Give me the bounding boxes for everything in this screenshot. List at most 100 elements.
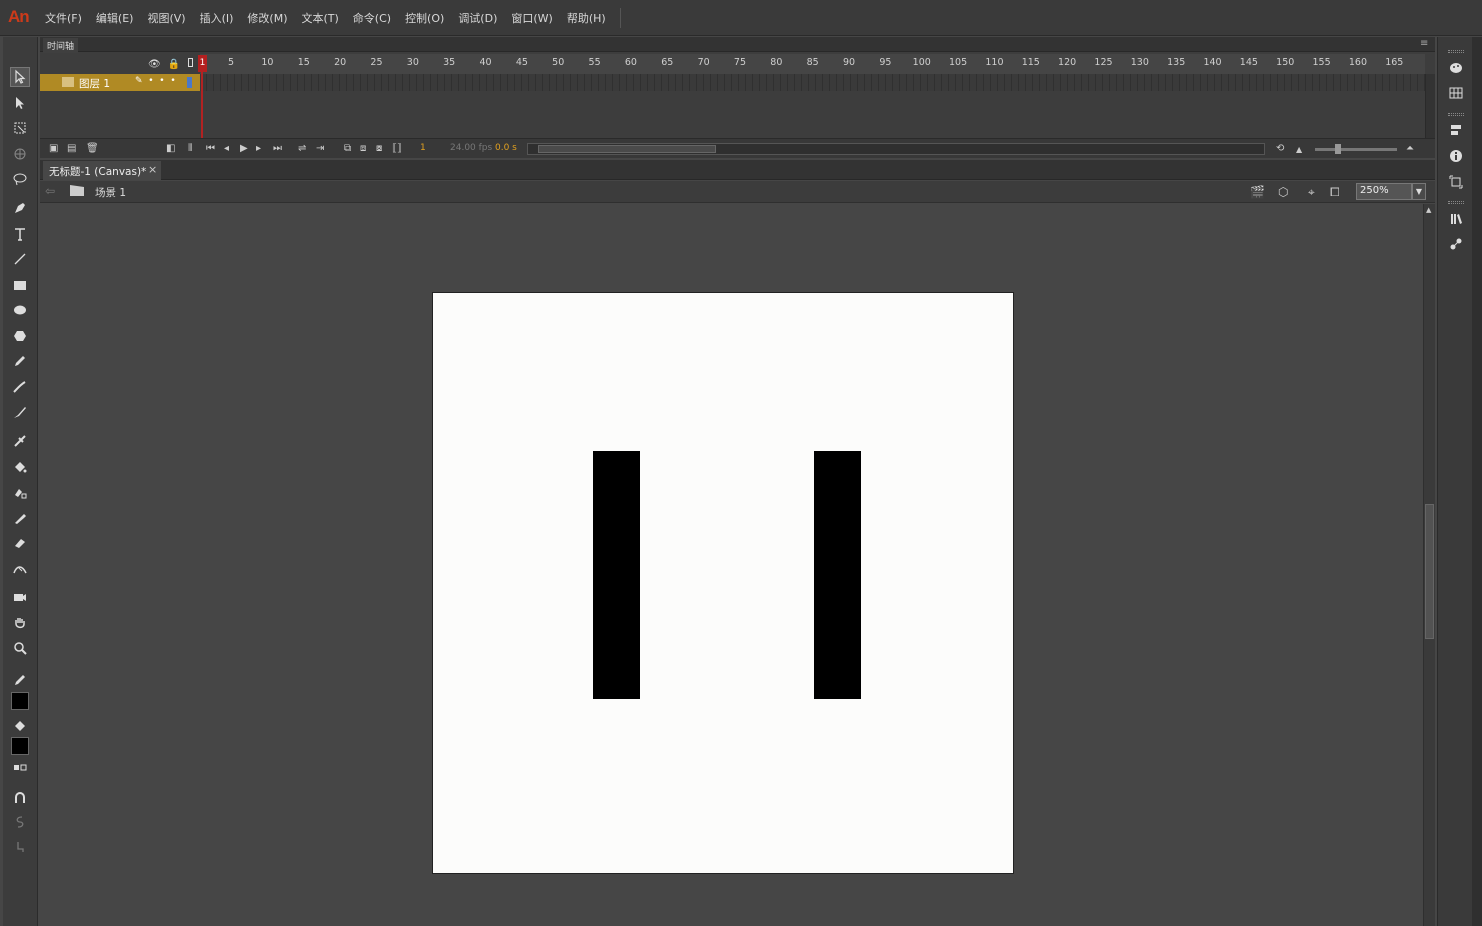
camera-toggle-icon[interactable]: ◧: [166, 143, 175, 154]
stage-vscroll-thumb[interactable]: [1425, 504, 1434, 639]
line-tool-icon[interactable]: [10, 249, 30, 269]
onion-skin-outlines-icon[interactable]: ⧈: [360, 143, 366, 154]
swatches-panel-icon[interactable]: [1446, 83, 1466, 103]
frame-zoom-slider[interactable]: [1315, 148, 1397, 151]
menu-item[interactable]: 编辑(E): [89, 10, 141, 26]
lock-icon[interactable]: 🔒: [168, 59, 180, 70]
current-frame[interactable]: 1: [420, 143, 426, 153]
straighten-icon[interactable]: [10, 837, 30, 857]
modify-markers-icon[interactable]: ⟦⟧: [392, 143, 402, 154]
eraser-tool-icon[interactable]: [10, 533, 30, 553]
scroll-up-icon[interactable]: ▲: [1426, 206, 1431, 214]
playhead[interactable]: 1: [198, 55, 207, 72]
parent-view-icon[interactable]: ⦀: [188, 143, 192, 154]
menu-item[interactable]: 修改(M): [240, 10, 294, 26]
fill-color-swatch[interactable]: [11, 737, 29, 755]
menu-item[interactable]: 命令(C): [346, 10, 398, 26]
polystar-tool-icon[interactable]: [10, 326, 30, 346]
edit-symbols-icon[interactable]: ⬡: [1278, 185, 1288, 199]
menu-item[interactable]: 窗口(W): [504, 10, 559, 26]
menu-item[interactable]: 控制(O): [398, 10, 451, 26]
clip-content-icon[interactable]: ⧠: [1330, 185, 1340, 200]
menu-item[interactable]: 视图(V): [140, 10, 192, 26]
layer-color-icon[interactable]: [187, 77, 192, 88]
step-forward-icon[interactable]: ▸: [256, 143, 261, 154]
frames-grid[interactable]: [200, 74, 1425, 91]
stage-vscroll[interactable]: ▲: [1423, 204, 1435, 926]
delete-layer-icon[interactable]: 🗑: [86, 143, 99, 154]
subselection-tool-icon[interactable]: [10, 93, 30, 113]
eyedropper-tool-icon[interactable]: [10, 508, 30, 528]
bone-tool-icon[interactable]: [10, 431, 30, 451]
color-panel-icon[interactable]: [1446, 58, 1466, 78]
timeline-hscroll-thumb[interactable]: [538, 145, 716, 153]
rectangle-tool-icon[interactable]: [10, 275, 30, 295]
zoom-in-frames-icon[interactable]: ⏶: [1406, 143, 1414, 154]
info-panel-icon[interactable]: [1446, 146, 1466, 166]
go-to-first-frame-icon[interactable]: ⏮: [206, 143, 215, 154]
chevron-down-icon[interactable]: ▼: [1412, 183, 1426, 200]
timeline-hscroll[interactable]: [527, 143, 1265, 155]
hand-tool-icon[interactable]: [10, 613, 30, 633]
document-tab[interactable]: 无标题-1 (Canvas)* ×: [43, 161, 161, 180]
menu-item[interactable]: 文件(F): [38, 10, 89, 26]
close-icon[interactable]: ×: [148, 163, 157, 176]
zoom-out-frames-icon[interactable]: ▲: [1296, 145, 1302, 154]
panel-menu-icon[interactable]: ≡: [1420, 38, 1428, 49]
smooth-icon[interactable]: [10, 812, 30, 832]
new-folder-icon[interactable]: ▤: [67, 143, 76, 154]
edit-scene-icon[interactable]: 🎬: [1250, 185, 1265, 199]
library-panel-icon[interactable]: [1446, 209, 1466, 229]
snap-to-objects-icon[interactable]: [10, 788, 30, 808]
frame-rate[interactable]: 24.00 fps: [450, 143, 492, 153]
pen-tool-icon[interactable]: [10, 198, 30, 218]
reset-icon[interactable]: ⟲: [1276, 143, 1284, 154]
pasteboard[interactable]: [40, 204, 1423, 926]
zoom-tool-icon[interactable]: [10, 638, 30, 658]
black-rectangle-left[interactable]: [593, 451, 640, 699]
free-transform-tool-icon[interactable]: [10, 118, 30, 138]
paint-bucket-tool-icon[interactable]: [10, 457, 30, 477]
panel-grip[interactable]: [1448, 201, 1464, 204]
scene-label[interactable]: 场景 1: [95, 185, 126, 200]
elapsed-time[interactable]: 0.0 s: [495, 143, 517, 153]
back-arrow-icon[interactable]: ⇦: [45, 184, 55, 198]
camera-tool-icon[interactable]: [10, 587, 30, 607]
menu-item[interactable]: 插入(I): [193, 10, 241, 26]
panel-grip[interactable]: [1448, 113, 1464, 116]
new-layer-icon[interactable]: ▣: [49, 143, 58, 154]
loop-icon[interactable]: ⇌: [298, 143, 306, 154]
eye-icon[interactable]: 👁: [148, 59, 161, 70]
go-to-last-frame-icon[interactable]: ⏭: [273, 143, 282, 154]
selection-tool-icon[interactable]: [10, 67, 30, 87]
menu-item[interactable]: 帮助(H): [560, 10, 613, 26]
frame-zoom-knob[interactable]: [1335, 144, 1341, 154]
timeline-vscroll[interactable]: [1425, 74, 1435, 138]
swap-colors-icon[interactable]: [10, 758, 30, 778]
ink-bottle-tool-icon[interactable]: [10, 483, 30, 503]
stroke-color-swatch[interactable]: [11, 692, 29, 710]
panel-grip[interactable]: [1448, 50, 1464, 53]
paint-brush-tool-icon[interactable]: [10, 377, 30, 397]
3d-rotation-tool-icon[interactable]: [10, 144, 30, 164]
text-tool-icon[interactable]: [10, 224, 30, 244]
lasso-tool-icon[interactable]: [10, 169, 30, 189]
pencil-tool-icon[interactable]: [10, 351, 30, 371]
stage-canvas[interactable]: [432, 292, 1014, 874]
components-panel-icon[interactable]: [1446, 234, 1466, 254]
transform-panel-icon[interactable]: [1446, 172, 1466, 192]
width-tool-icon[interactable]: [10, 559, 30, 579]
layer-row[interactable]: 图层 1 ✎ • • •: [40, 74, 200, 91]
menu-item[interactable]: 调试(D): [451, 10, 504, 26]
frame-ruler[interactable]: 1510152025303540455055606570758085909510…: [200, 54, 1425, 74]
center-frame-icon[interactable]: ⇥: [316, 143, 324, 154]
center-stage-icon[interactable]: ⌖: [1308, 185, 1315, 200]
outline-icon[interactable]: [187, 58, 193, 67]
timeline-tab[interactable]: 时间轴: [43, 38, 79, 53]
step-back-icon[interactable]: ◂: [224, 143, 229, 154]
oval-tool-icon[interactable]: [10, 300, 30, 320]
play-icon[interactable]: ▶: [240, 143, 248, 154]
onion-skin-icon[interactable]: ⧉: [344, 143, 351, 154]
menu-item[interactable]: 文本(T): [294, 10, 345, 26]
zoom-input[interactable]: 250%: [1356, 183, 1412, 200]
